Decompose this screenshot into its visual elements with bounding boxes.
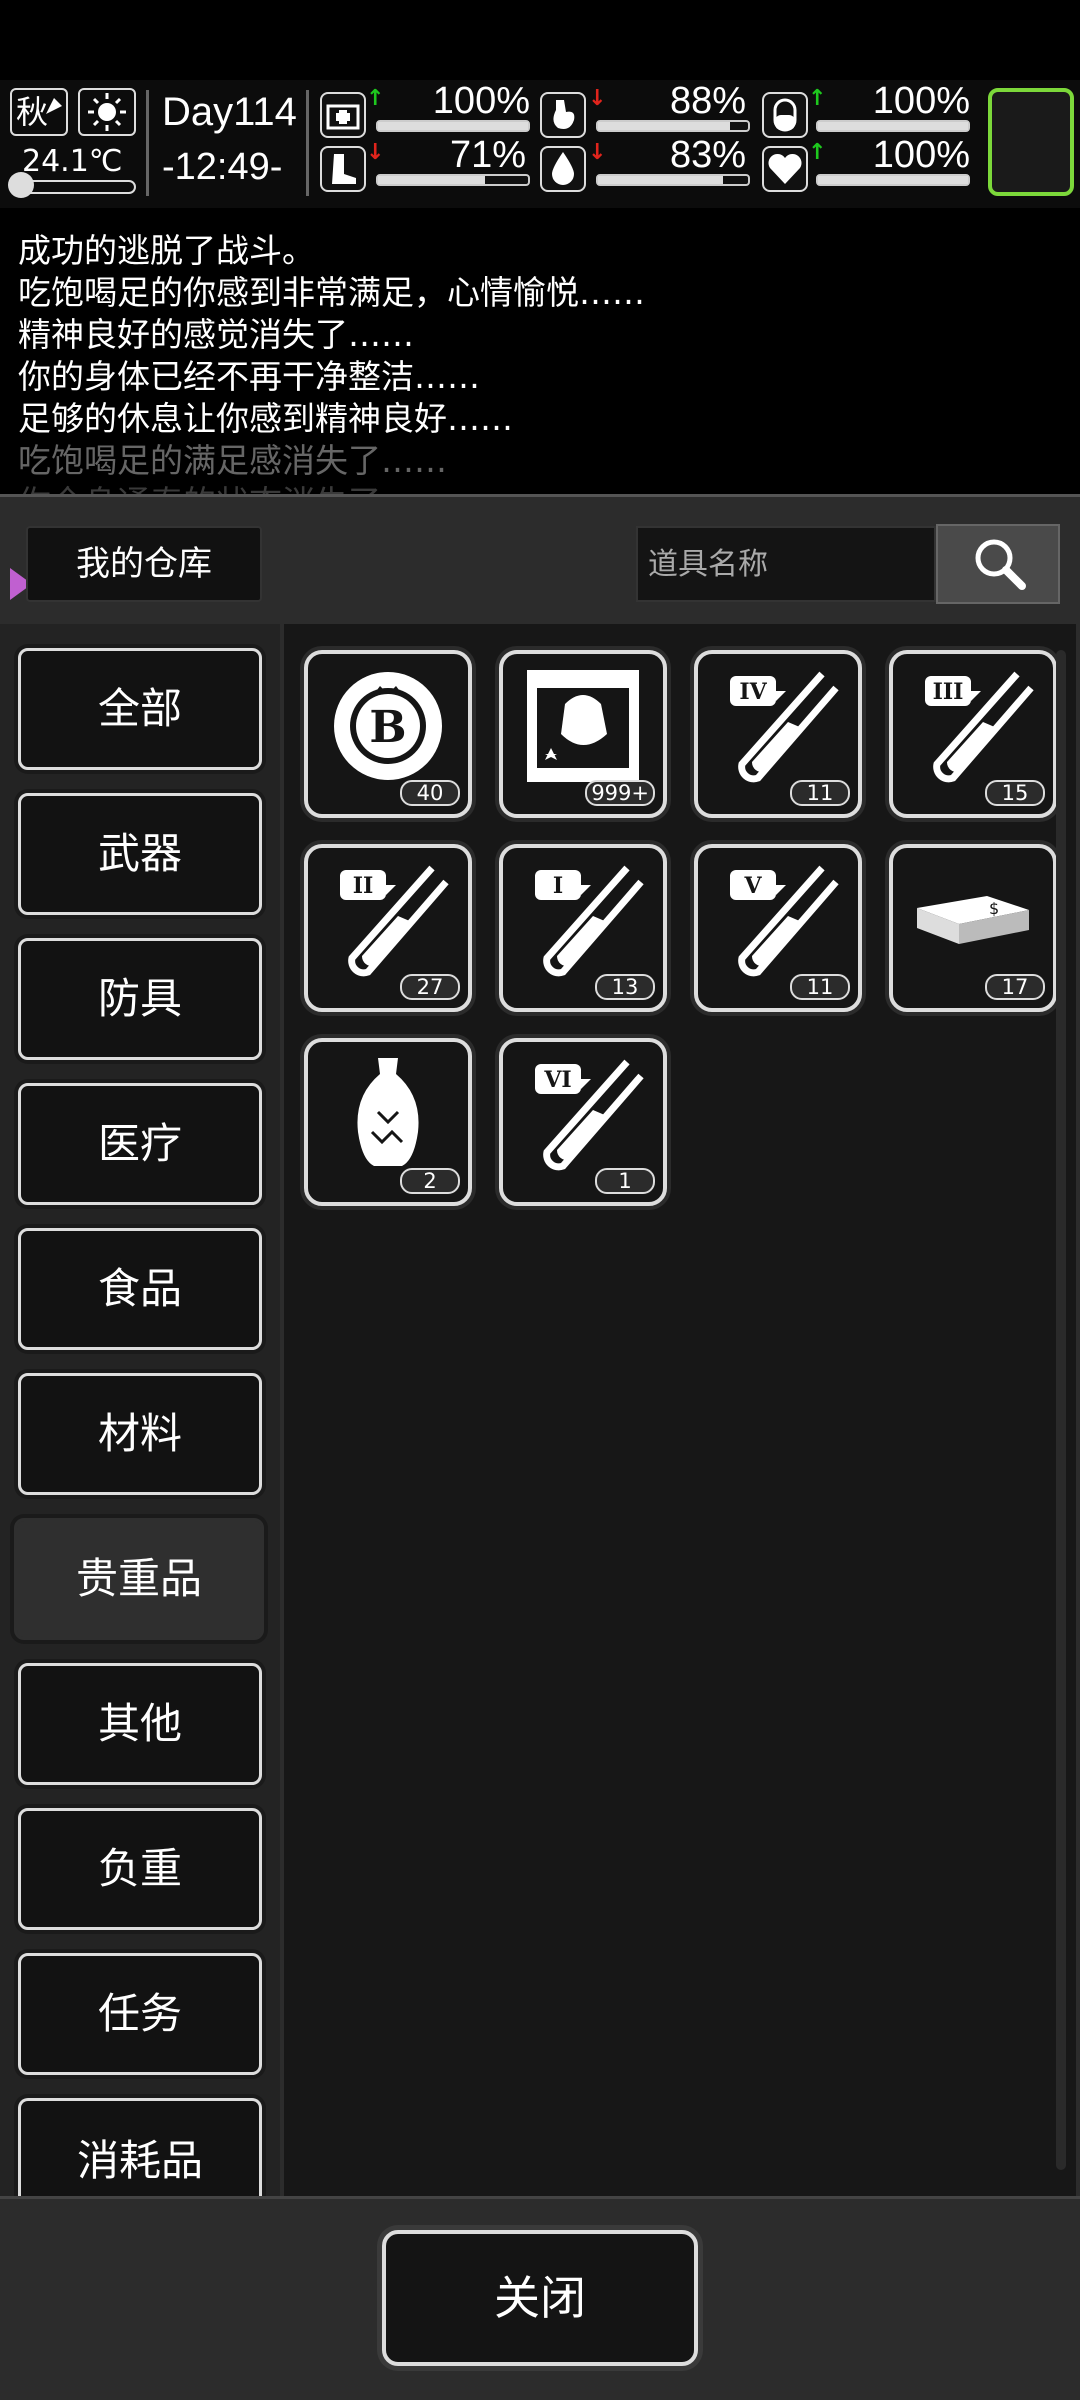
item-slot[interactable]: III 15 <box>889 650 1057 818</box>
equipment-slot[interactable] <box>988 88 1074 196</box>
log-line: 足够的休息让你感到精神良好…… <box>18 399 513 438</box>
thermometer-icon <box>8 172 34 198</box>
search-input[interactable] <box>638 528 934 600</box>
stat-bar <box>816 174 970 186</box>
search-icon <box>975 539 1026 590</box>
stat-bar <box>596 174 750 186</box>
category-consumables[interactable]: 消耗品 <box>18 2098 262 2196</box>
category-weapons[interactable]: 武器 <box>18 793 262 915</box>
item-slot[interactable]: B 40 <box>304 650 472 818</box>
close-button[interactable]: 关闭 <box>382 2230 698 2366</box>
item-quantity: 17 <box>985 974 1045 1000</box>
stat-value: 100% <box>432 80 530 122</box>
stat-bar <box>816 120 970 132</box>
message-log: 成功的逃脱了战斗。 吃饱喝足的你感到非常满足，心情愉悦…… 精神良好的感觉消失了… <box>0 212 1080 494</box>
item-quantity: 11 <box>790 974 850 1000</box>
item-grid: B 40 999+ IV 11 III 15 II 27 I 13 V 11 $… <box>284 624 1076 2196</box>
category-load[interactable]: 负重 <box>18 1808 262 1930</box>
boot-icon <box>320 146 366 192</box>
item-quantity: 27 <box>400 974 460 1000</box>
day-label: Day114 <box>162 90 297 134</box>
item-quantity: 1 <box>595 1168 655 1194</box>
stat-value: 88% <box>669 80 746 122</box>
category-armor[interactable]: 防具 <box>18 938 262 1060</box>
stat-value: 83% <box>669 134 746 176</box>
category-other[interactable]: 其他 <box>18 1663 262 1785</box>
log-line: 吃饱喝足的满足感消失了…… <box>18 441 447 480</box>
category-all[interactable]: 全部 <box>18 648 262 770</box>
divider <box>146 90 149 196</box>
category-valuables[interactable]: 贵重品 <box>14 1518 264 1640</box>
medkit-icon <box>320 92 366 138</box>
test-tube-i-icon: I <box>535 865 644 977</box>
log-line: 吃饱喝足的你感到非常满足，心情愉悦…… <box>18 273 645 312</box>
pill-icon <box>762 92 808 138</box>
item-quantity: 11 <box>790 780 850 806</box>
log-line: 你的身体已经不再干净整洁…… <box>18 357 480 396</box>
item-quantity: 40 <box>400 780 460 806</box>
stat-value: 71% <box>449 134 526 176</box>
warehouse-title: 我的仓库 <box>26 526 262 602</box>
water-drop-icon <box>540 146 586 192</box>
svg-text:II: II <box>353 873 374 899</box>
cash-stack-icon: $ <box>917 896 1029 944</box>
test-tube-v-icon: V <box>730 865 839 977</box>
stat-value: 100% <box>872 134 970 176</box>
divider <box>306 90 309 196</box>
test-tube-iv-icon: IV <box>730 671 839 783</box>
stat-bar <box>596 120 750 132</box>
svg-text:III: III <box>933 679 964 705</box>
item-quantity: 2 <box>400 1168 460 1194</box>
vase-icon <box>357 1058 419 1166</box>
item-slot[interactable]: IV 11 <box>694 650 862 818</box>
test-tube-vi-icon: VI <box>535 1059 644 1171</box>
scrollbar[interactable] <box>1056 650 1066 2170</box>
svg-text:I: I <box>553 873 563 899</box>
log-line: 你全身通泰的状态消失了…… <box>18 476 447 494</box>
log-line: 成功的逃脱了战斗。 <box>18 231 315 270</box>
svg-text:IV: IV <box>739 679 767 705</box>
film-creature-icon <box>527 670 639 782</box>
svg-text:$: $ <box>989 899 999 918</box>
season-badge: 秋 <box>10 88 68 136</box>
category-quest[interactable]: 任务 <box>18 1953 262 2075</box>
search-button[interactable] <box>936 524 1060 604</box>
category-sidebar: 全部 武器 防具 医疗 食品 材料 贵重品 其他 负重 任务 消耗品 <box>0 624 280 2196</box>
category-food[interactable]: 食品 <box>18 1228 262 1350</box>
svg-text:B: B <box>369 702 406 753</box>
stat-value: 100% <box>872 80 970 122</box>
time-label: -12:49- <box>162 146 283 188</box>
stomach-icon <box>540 92 586 138</box>
item-slot[interactable]: I 13 <box>499 844 667 1012</box>
item-quantity: 999+ <box>585 780 655 806</box>
sun-icon <box>78 88 136 136</box>
svg-text:V: V <box>743 873 762 899</box>
item-slot[interactable]: V 11 <box>694 844 862 1012</box>
category-medical[interactable]: 医疗 <box>18 1083 262 1205</box>
category-materials[interactable]: 材料 <box>18 1373 262 1495</box>
temperature-label: 24.1℃ <box>22 144 123 179</box>
test-tube-ii-icon: II <box>340 865 449 977</box>
item-slot[interactable]: II 27 <box>304 844 472 1012</box>
log-line: 精神良好的感觉消失了…… <box>18 315 414 354</box>
item-slot[interactable]: VI 1 <box>499 1038 667 1206</box>
stat-bar <box>376 120 530 132</box>
test-tube-iii-icon: III <box>925 671 1034 783</box>
item-quantity: 15 <box>985 780 1045 806</box>
heart-icon <box>762 146 808 192</box>
search-field[interactable] <box>636 526 936 602</box>
item-quantity: 13 <box>595 974 655 1000</box>
stat-bar <box>376 174 530 186</box>
item-slot[interactable]: 999+ <box>499 650 667 818</box>
svg-text:VI: VI <box>543 1067 571 1093</box>
item-slot[interactable]: $ 17 <box>889 844 1057 1012</box>
item-slot[interactable]: 2 <box>304 1038 472 1206</box>
leaf-icon <box>46 98 62 114</box>
bitcoin-chip-icon: B <box>334 672 442 780</box>
